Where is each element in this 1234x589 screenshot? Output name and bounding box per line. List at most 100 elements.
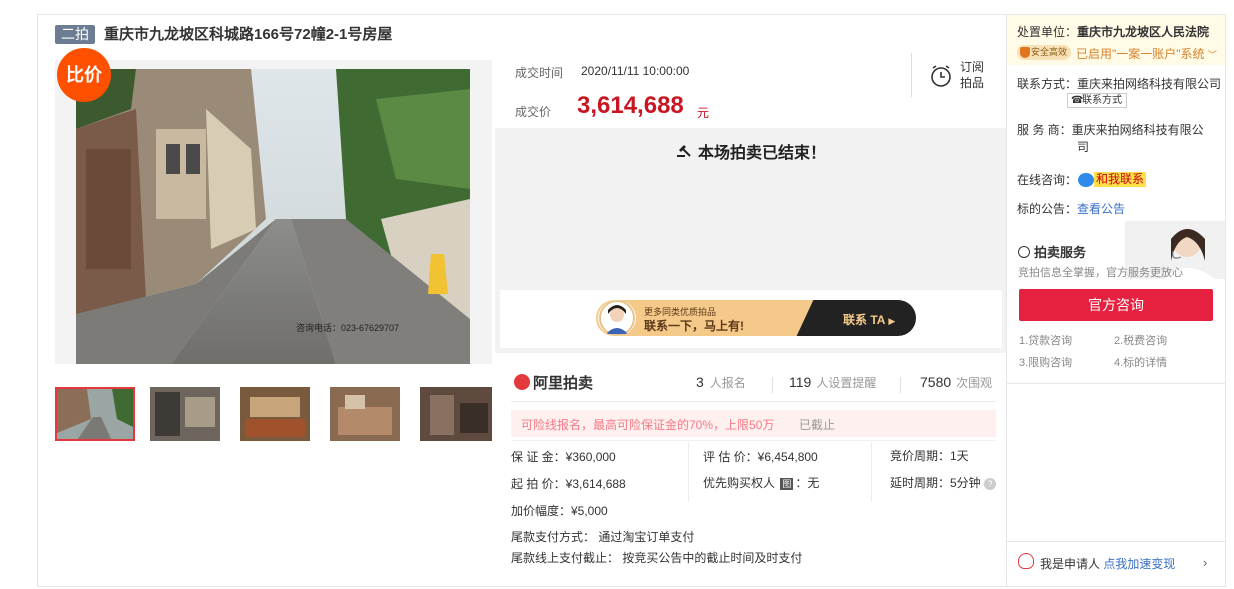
priority-buyer: 优先购买权人 图：无 xyxy=(703,475,819,491)
bidding-cycle: 竞价周期：1天 xyxy=(890,449,969,463)
consult-link-purchase-limit[interactable]: 3.限购咨询 xyxy=(1019,354,1072,370)
auction-ended-label: 本场拍卖已结束！ xyxy=(698,145,827,162)
auction-service-title: 拍卖服务 xyxy=(1018,242,1086,261)
bid-increment: 加价幅度：¥5,000 xyxy=(511,504,608,518)
view-announcement-link[interactable]: 查看公告 xyxy=(1077,202,1125,216)
deal-time-value: 2020/11/11 10:00:00 xyxy=(581,64,690,78)
stat-divider xyxy=(772,377,773,393)
subscribe-button[interactable]: 订阅拍品 xyxy=(928,58,996,94)
priority-buyer-badge[interactable]: 图 xyxy=(780,477,794,490)
thumbnail-3[interactable] xyxy=(240,387,310,441)
announcement-label: 标的公告： xyxy=(1017,202,1078,216)
service-provider: 服 务 商：重庆来拍网络科技有限公 司 xyxy=(1017,122,1217,156)
disposal-unit-value[interactable]: 重庆市九龙坡区人民法院 xyxy=(1077,25,1209,39)
help-icon[interactable]: ? xyxy=(984,477,997,490)
chevron-down-icon: ﹀ xyxy=(1207,50,1217,60)
contact-ta-label: 联系 TA xyxy=(843,313,885,327)
applicant-label: 我是申请人 xyxy=(1040,557,1101,571)
compare-price-badge[interactable]: 比价 xyxy=(57,48,111,102)
stat-reminders-label: 人设置提醒 xyxy=(816,376,877,390)
stat-reminders-num: 119 xyxy=(789,374,812,390)
ali-auction-logo: 阿里拍卖 xyxy=(514,372,593,393)
stat-views-label: 次围观 xyxy=(956,376,993,390)
divider xyxy=(688,442,689,502)
delay-cycle-text: 延时周期：5分钟 xyxy=(890,476,981,490)
consult-link-detail[interactable]: 4.标的详情 xyxy=(1114,354,1167,370)
stat-views-num: 7580 xyxy=(920,374,952,390)
divider xyxy=(911,53,912,97)
priority-buyer-label: 优先购买权人 xyxy=(703,476,776,490)
divider xyxy=(511,440,996,441)
divider xyxy=(871,442,872,502)
divider xyxy=(511,401,996,402)
applicant-row[interactable]: 我是申请人 点我加速变现 xyxy=(1040,555,1175,572)
play-icon: ▶ xyxy=(888,316,896,326)
divider xyxy=(1007,541,1225,542)
online-consult-label: 在线咨询： xyxy=(1017,173,1078,187)
announcement: 标的公告：查看公告 xyxy=(1017,200,1125,217)
chat-icon[interactable] xyxy=(1078,173,1094,187)
thumbnail-4[interactable] xyxy=(330,387,400,441)
chevron-right-icon[interactable]: › xyxy=(1203,555,1207,570)
consult-link-tax[interactable]: 2.税费咨询 xyxy=(1114,332,1167,348)
loan-notice-state: 已截止 xyxy=(799,418,836,432)
service-icon xyxy=(1018,246,1030,258)
provider-value-cont: 司 xyxy=(1077,140,1090,154)
photo-phone-watermark: 咨询电话：023-67629707 xyxy=(296,322,399,333)
thumbnail-1[interactable] xyxy=(55,387,135,441)
provider-label: 服 务 商： xyxy=(1017,123,1072,137)
thumbnail-5[interactable] xyxy=(420,387,492,441)
main-photo[interactable]: 咨询电话：023-67629707 xyxy=(76,69,470,364)
stat-signups: 3 人报名 xyxy=(696,374,746,391)
one-account-system-text: 已启用"一案一账户"系统 xyxy=(1076,47,1205,61)
contact-label: 联系方式： xyxy=(1017,77,1078,91)
official-consult-button[interactable]: 官方咨询 xyxy=(1019,289,1213,321)
contact-me-button[interactable]: 和我联系 xyxy=(1094,172,1147,187)
deal-time-label: 成交时间 xyxy=(515,66,564,80)
deal-price-unit: 元 xyxy=(697,106,710,120)
applicant-link[interactable]: 点我加速变现 xyxy=(1103,557,1175,571)
applicant-icon xyxy=(1018,553,1034,569)
contact-ta-button[interactable]: 联系 TA ▶ xyxy=(843,311,895,328)
round-tag: 二拍 xyxy=(55,25,95,44)
alarm-clock-icon xyxy=(931,65,951,87)
contact-button-label: 联系方式 xyxy=(1082,95,1122,106)
loan-notice-text: 可险线报名，最高可险保证金的70%，上限50万 xyxy=(521,418,775,432)
contact-method: 联系方式：重庆来拍网络科技有限公司 xyxy=(1017,75,1221,92)
shield-icon xyxy=(1020,47,1030,58)
stat-signups-num: 3 xyxy=(696,374,704,390)
stat-reminders: 119 人设置提醒 xyxy=(789,374,876,391)
divider xyxy=(1007,383,1225,384)
provider-value: 重庆来拍网络科技有限公 xyxy=(1071,123,1204,137)
stat-divider xyxy=(900,377,901,393)
banner-line2: 联系一下，马上有! xyxy=(644,319,744,333)
deal-price-value: 3,614,688 xyxy=(577,92,684,119)
ali-logo-text: 阿里拍卖 xyxy=(533,375,594,392)
subscribe-label: 订阅拍品 xyxy=(960,60,985,90)
auction-ended-text: 本场拍卖已结束！ xyxy=(676,139,826,163)
disposal-unit: 处置单位：重庆市九龙坡区人民法院 xyxy=(1017,23,1209,40)
auction-service-subtitle: 竞拍信息全掌握，官方服务更放心 xyxy=(1018,267,1183,279)
page-title: 重庆市九龙坡区科城路166号72幢2-1号房屋 xyxy=(104,26,393,43)
stat-views: 7580 次围观 xyxy=(920,374,992,391)
phone-icon: ☎ xyxy=(1071,95,1084,106)
gavel-icon xyxy=(676,142,692,163)
stat-signups-label: 人报名 xyxy=(709,376,746,390)
appraisal-price: 评 估 价：¥6,454,800 xyxy=(703,450,818,464)
consult-link-loan[interactable]: 1.贷款咨询 xyxy=(1019,332,1072,348)
agent-avatar xyxy=(598,300,636,336)
one-account-system[interactable]: 已启用"一案一账户"系统 ﹀ xyxy=(1076,45,1217,62)
deposit: 保 证 金：¥360,000 xyxy=(511,450,616,464)
ali-logo-icon xyxy=(514,374,530,390)
thumbnail-2[interactable] xyxy=(150,387,220,441)
starting-price: 起 拍 价：¥3,614,688 xyxy=(511,477,626,491)
contact-value: 重庆来拍网络科技有限公司 xyxy=(1077,77,1222,91)
disposal-unit-label: 处置单位： xyxy=(1017,25,1078,39)
contact-button[interactable]: ☎ 联系方式 xyxy=(1067,93,1127,108)
auction-service-label: 拍卖服务 xyxy=(1034,245,1087,260)
final-payment-method: 尾款支付方式： 通过淘宝订单支付 xyxy=(511,530,695,544)
priority-buyer-value: ：无 xyxy=(795,476,820,490)
deal-price-label: 成交价 xyxy=(515,105,552,119)
final-payment-deadline: 尾款线上支付截止： 按竞买公告中的截止时间及时支付 xyxy=(511,551,803,565)
delay-cycle: 延时周期：5分钟 ? xyxy=(890,475,997,491)
